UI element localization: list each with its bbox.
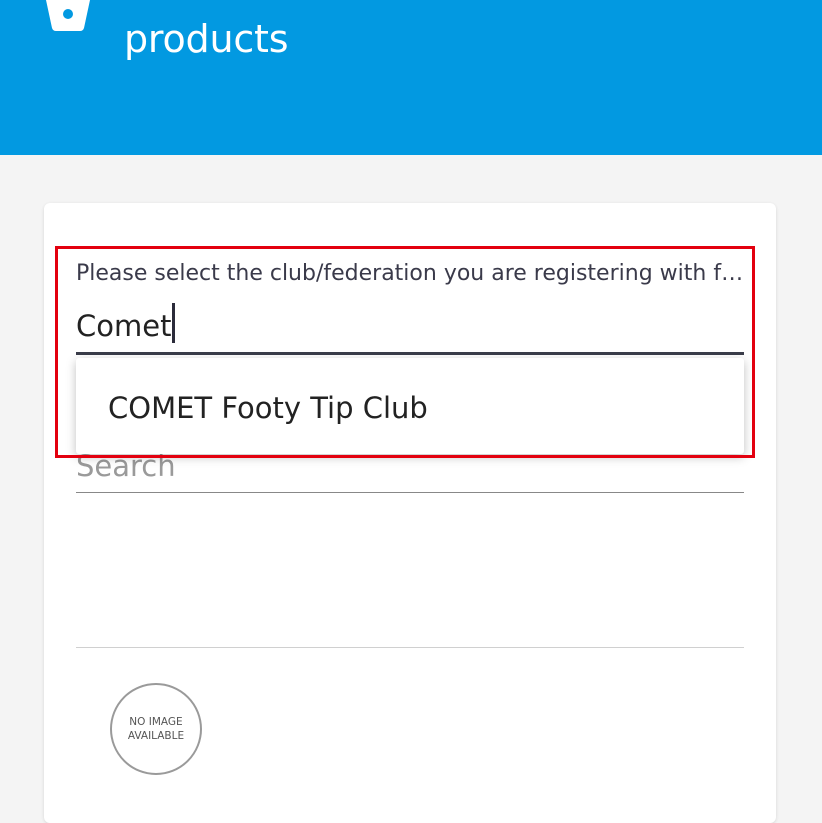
text-caret [172,303,175,343]
page-title: products [124,17,289,61]
club-option-comet-footy-tip-club[interactable]: COMET Footy Tip Club [108,388,428,428]
club-autocomplete-input[interactable] [76,300,744,355]
basket-icon [46,0,90,31]
no-image-placeholder: NO IMAGE AVAILABLE [110,683,202,775]
club-select-label: Please select the club/federation you ar… [76,261,744,286]
page-header: products [0,0,822,155]
club-autocomplete-dropdown: COMET Footy Tip Club [76,358,744,454]
divider [76,647,744,648]
